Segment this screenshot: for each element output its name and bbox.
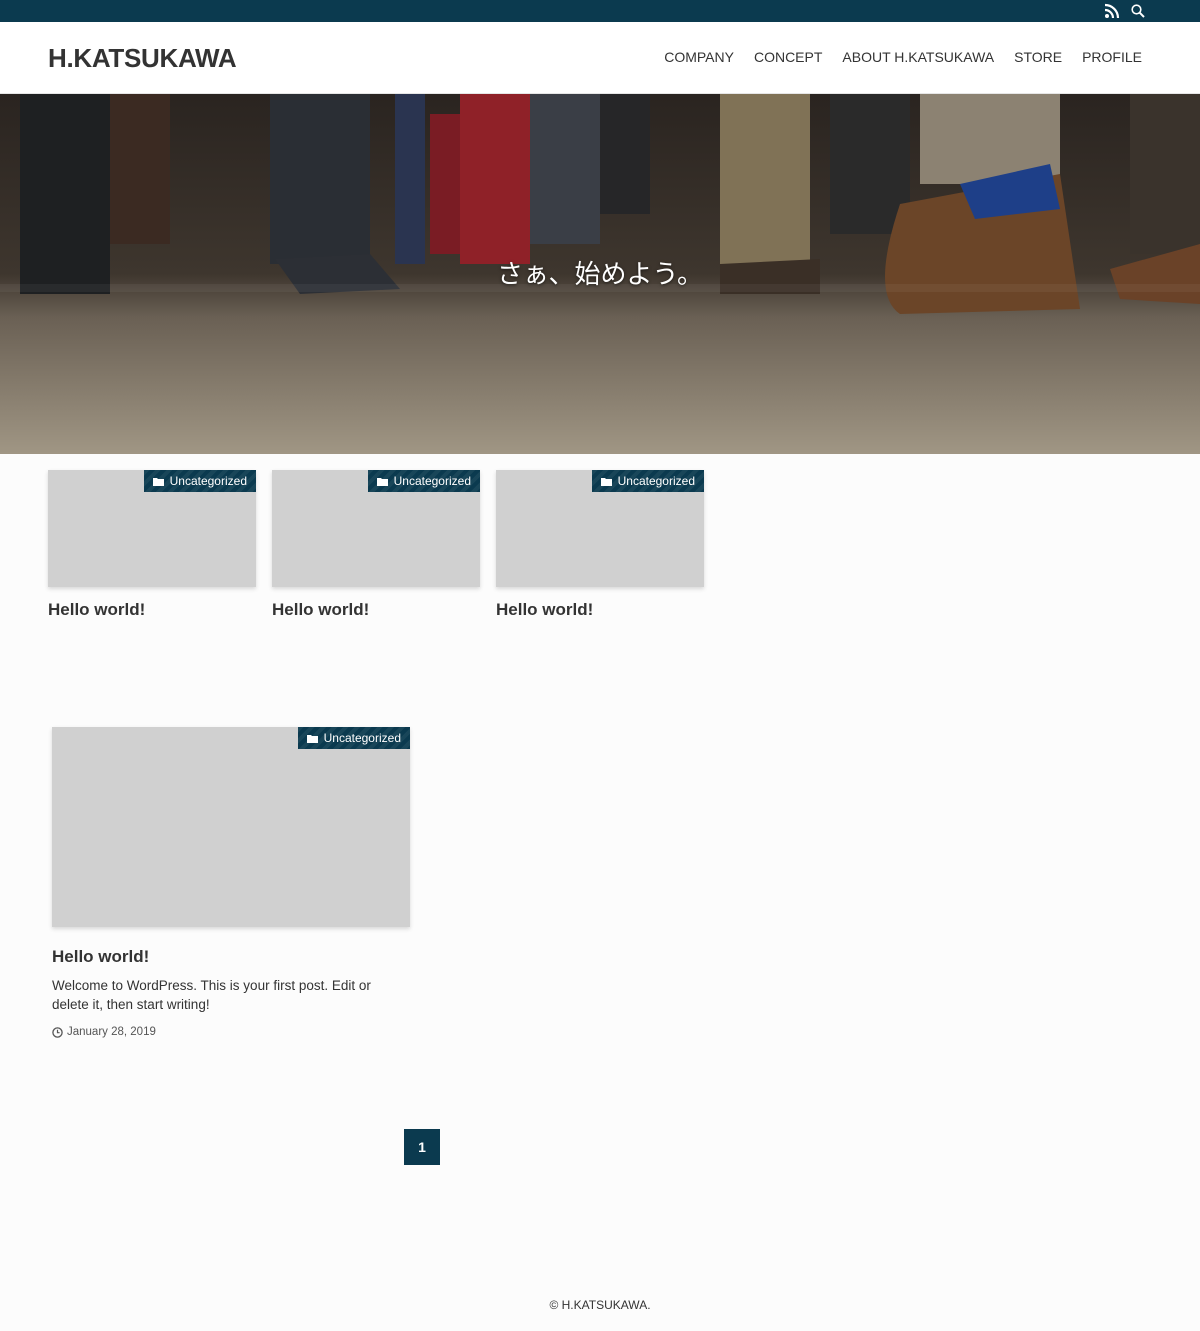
category-label: Uncategorized <box>323 731 401 745</box>
post-excerpt: Welcome to WordPress. This is your first… <box>52 978 371 1012</box>
site-title[interactable]: H.KATSUKAWA <box>48 43 237 74</box>
nav-item-about[interactable]: ABOUT H.KATSUKAWA <box>842 49 994 65</box>
hero-tagline: さぁ、始めよう。 <box>497 259 703 289</box>
nav-item-concept[interactable]: CONCEPT <box>754 49 822 65</box>
footer-copyright: © H.KATSUKAWA. <box>549 1298 651 1312</box>
folder-icon <box>600 477 612 486</box>
nav-item-profile[interactable]: PROFILE <box>1082 49 1142 65</box>
post-thumbnail[interactable] <box>52 727 410 927</box>
post-title[interactable]: Hello world! <box>52 947 149 967</box>
post-date-text: January 28, 2019 <box>67 1026 156 1038</box>
folder-icon <box>152 477 164 486</box>
post-title[interactable]: Hello world! <box>272 600 369 620</box>
clock-icon <box>52 1026 63 1038</box>
rss-icon[interactable] <box>1104 3 1120 19</box>
folder-icon <box>376 477 388 486</box>
category-badge[interactable]: Uncategorized <box>367 470 480 492</box>
category-label: Uncategorized <box>617 474 695 488</box>
category-label: Uncategorized <box>393 474 471 488</box>
hero-banner: さぁ、始めよう。 <box>0 94 1200 454</box>
top-bar <box>0 0 1200 22</box>
category-badge[interactable]: Uncategorized <box>591 470 704 492</box>
pagination-current-page[interactable]: 1 <box>404 1129 440 1165</box>
post-title[interactable]: Hello world! <box>48 600 145 620</box>
nav-item-store[interactable]: STORE <box>1014 49 1062 65</box>
post-card[interactable]: Uncategorized Hello world! <box>272 470 480 630</box>
post-date: January 28, 2019 <box>52 1026 156 1038</box>
nav-item-company[interactable]: COMPANY <box>664 49 734 65</box>
post-title[interactable]: Hello world! <box>496 600 593 620</box>
search-icon[interactable] <box>1130 3 1146 19</box>
post-card-featured[interactable]: Uncategorized Hello world! Welcome to Wo… <box>52 727 410 1047</box>
category-badge[interactable]: Uncategorized <box>143 470 256 492</box>
post-card[interactable]: Uncategorized Hello world! <box>48 470 256 630</box>
category-badge[interactable]: Uncategorized <box>297 727 410 749</box>
post-card[interactable]: Uncategorized Hello world! <box>496 470 704 630</box>
folder-icon <box>306 734 318 743</box>
category-label: Uncategorized <box>169 474 247 488</box>
site-header: H.KATSUKAWA COMPANY CONCEPT ABOUT H.KATS… <box>0 22 1200 94</box>
main-nav: COMPANY CONCEPT ABOUT H.KATSUKAWA STORE … <box>664 49 1142 65</box>
